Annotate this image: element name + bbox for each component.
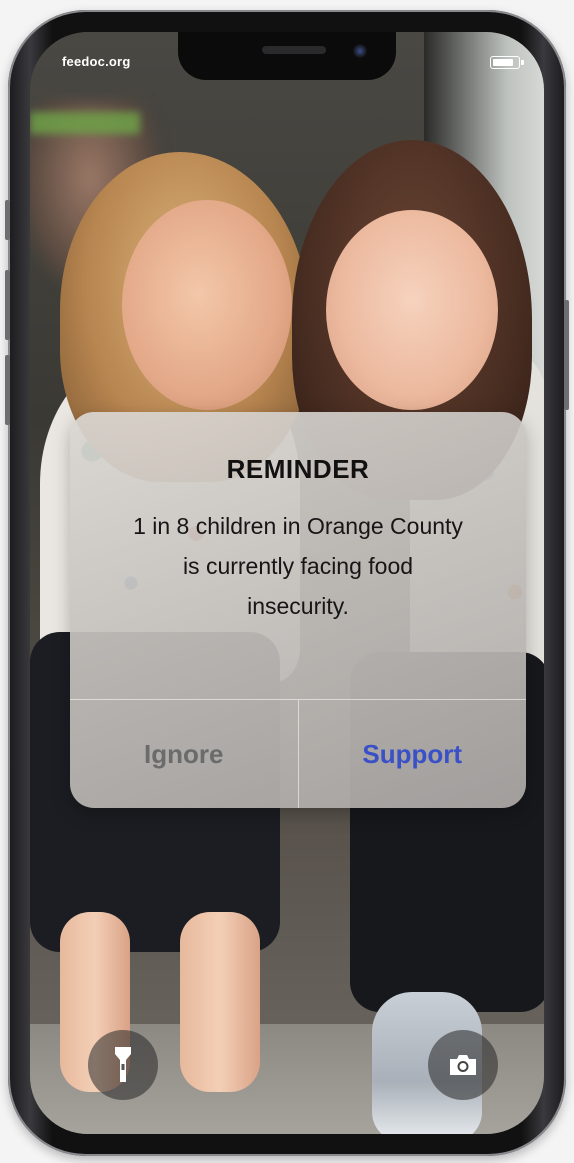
mute-switch [5, 200, 10, 240]
alert-title: REMINDER [226, 454, 370, 484]
flashlight-button[interactable] [88, 1030, 158, 1100]
power-button [564, 300, 569, 410]
alert-actions: Ignore Support [70, 699, 526, 808]
camera-button[interactable] [428, 1030, 498, 1100]
camera-icon [450, 1055, 476, 1075]
battery-icon [490, 56, 524, 69]
alert-message: 1 in 8 children in Orange County is curr… [133, 513, 463, 619]
support-button[interactable]: Support [299, 700, 527, 808]
phone-frame: feedoc.org REMINDER 1 in 8 children in O… [5, 10, 569, 1156]
front-camera [353, 44, 367, 58]
reminder-alert: REMINDER 1 in 8 children in Orange Count… [70, 412, 526, 808]
volume-down-button [5, 355, 10, 425]
status-bar-url: feedoc.org [62, 54, 131, 69]
battery-fill [493, 59, 514, 66]
phone-screen: feedoc.org REMINDER 1 in 8 children in O… [30, 32, 544, 1134]
flashlight-icon [115, 1047, 131, 1082]
volume-up-button [5, 270, 10, 340]
earpiece-speaker [262, 46, 326, 54]
ignore-button[interactable]: Ignore [70, 700, 299, 808]
